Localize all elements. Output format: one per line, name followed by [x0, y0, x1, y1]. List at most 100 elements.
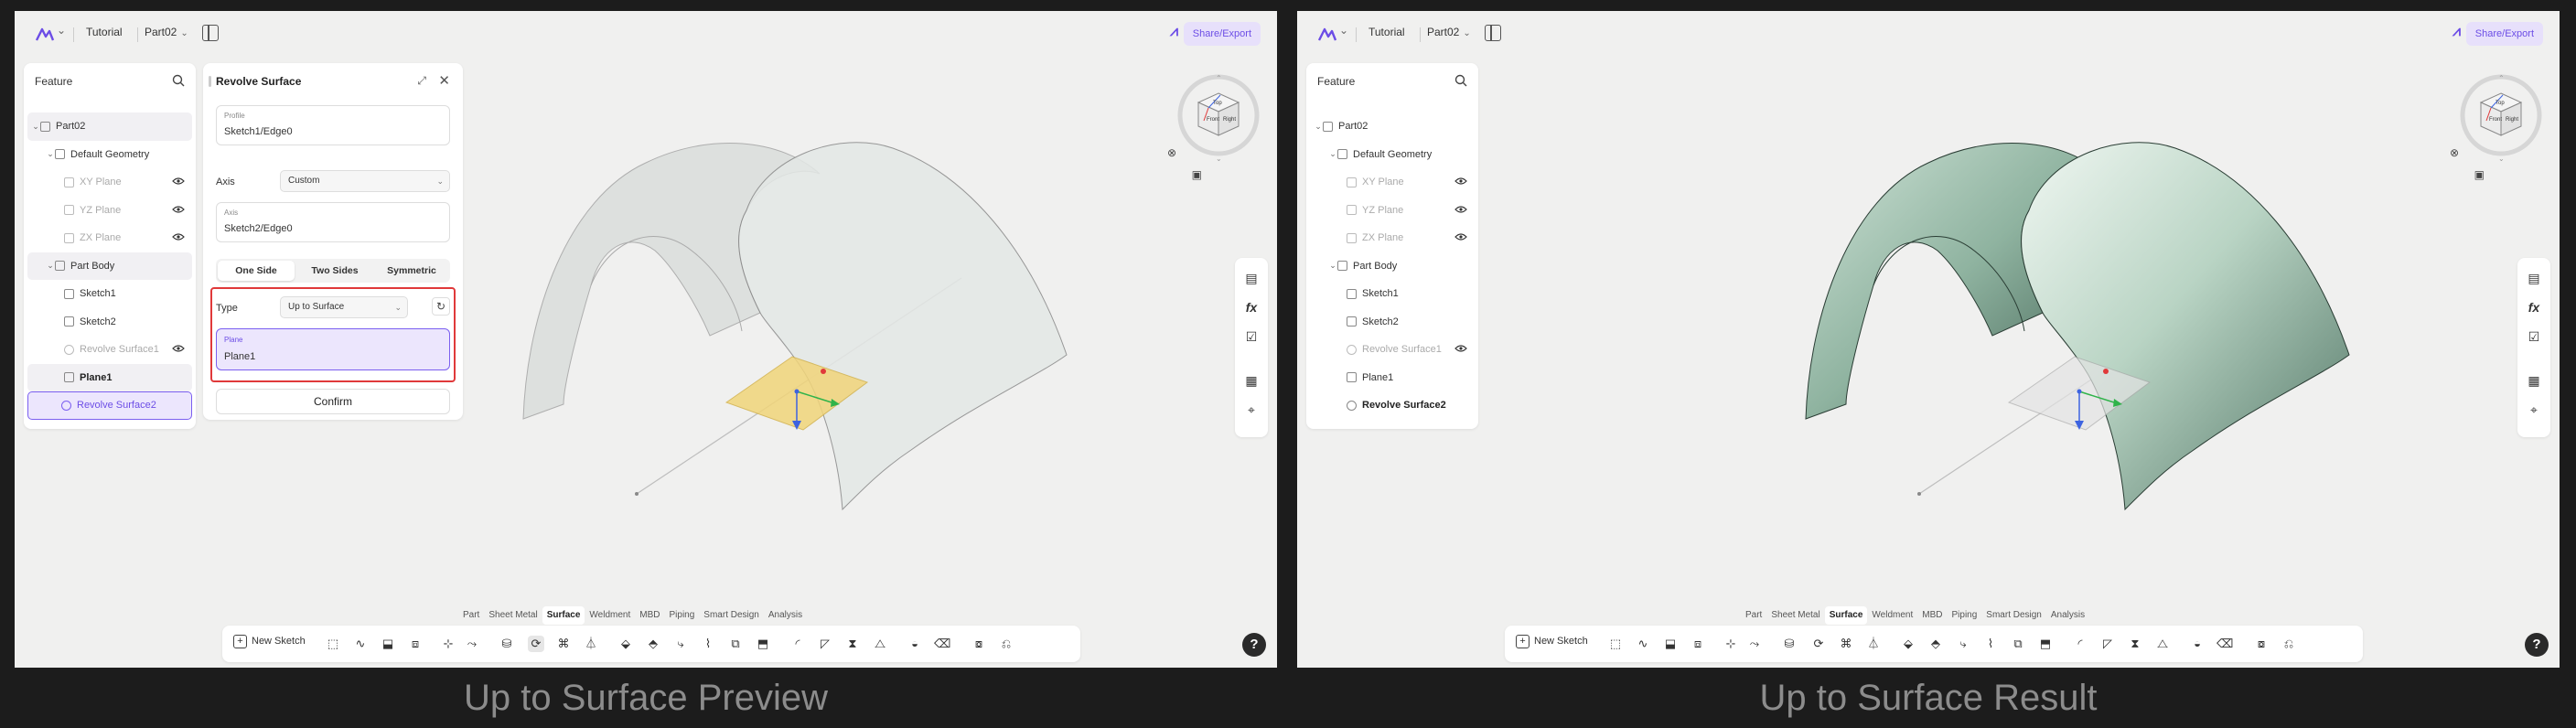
tab-part[interactable]: Part — [1741, 606, 1766, 625]
delete-face-icon[interactable]: ⌫ — [934, 636, 950, 652]
tab-sheet-metal[interactable]: Sheet Metal — [484, 606, 542, 625]
close-icon[interactable]: ✕ — [438, 72, 450, 89]
axis-field[interactable]: Axis Sketch2/Edge0 — [216, 202, 450, 242]
revolve-surface-icon[interactable]: ⟳ — [1810, 636, 1827, 652]
chevron-down-icon[interactable]: ⌄ — [46, 261, 55, 271]
trim-surface-icon[interactable]: ⌇ — [700, 636, 716, 652]
brand-logo-icon[interactable] — [1315, 22, 1339, 46]
type-select[interactable]: Up to Surface ⌄ — [280, 296, 408, 318]
chevron-down-icon[interactable]: ⌄ — [1328, 149, 1337, 159]
tab-piping[interactable]: Piping — [1947, 606, 1981, 625]
chevron-down-icon[interactable]: ⌄ — [57, 24, 66, 37]
plane-tool-icon[interactable]: ⬓ — [380, 636, 396, 652]
revolve-surface-icon[interactable]: ⟳ — [528, 636, 544, 652]
breadcrumb-tutorial[interactable]: Tutorial — [86, 26, 123, 38]
view-cube-top[interactable]: Top — [1213, 101, 1222, 106]
profile-field[interactable]: Profile Sketch1/Edge0 — [216, 105, 450, 145]
measure-icon[interactable]: ⌖ — [2525, 401, 2543, 419]
tree-item-revolve-surface1[interactable]: Revolve Surface1 — [27, 336, 192, 364]
eye-icon[interactable] — [172, 344, 185, 353]
breadcrumb-part[interactable]: Part02 ⌄ — [145, 26, 188, 38]
sweep-surface-icon[interactable]: ⌘ — [555, 636, 572, 652]
extend-surface-icon[interactable]: ⤷ — [672, 636, 689, 652]
pattern-icon[interactable]: ⧇ — [2253, 636, 2270, 652]
chevron-down-icon[interactable]: ⌄ — [31, 122, 40, 132]
knit-icon[interactable]: ⧗ — [844, 636, 861, 652]
tree-item-plane1[interactable]: Plane1 — [1310, 364, 1475, 392]
confirm-button[interactable]: Confirm — [216, 389, 450, 414]
checklist-icon[interactable]: ☑ — [2525, 327, 2543, 346]
tree-item-default-geometry[interactable]: ⌄ Default Geometry — [27, 141, 192, 169]
view-cube[interactable]: Front Right Top ⌃ ⌄ — [2450, 68, 2550, 168]
tree-item-plane1[interactable]: Plane1 — [27, 363, 192, 391]
tree-item-part-body[interactable]: ⌄ Part Body — [1310, 252, 1475, 281]
axis-select[interactable]: Custom ⌄ — [280, 170, 450, 192]
ai-assistant-icon[interactable]: ⩘ — [1170, 24, 1178, 40]
help-icon[interactable]: ? — [2525, 633, 2549, 657]
view-cube-top[interactable]: Top — [2496, 101, 2505, 106]
tree-item-sketch2[interactable]: Sketch2 — [27, 308, 192, 337]
mirror-icon[interactable]: ⧍ — [872, 636, 888, 652]
sidebar-toggle-icon[interactable] — [1485, 25, 1501, 41]
point-tool-icon[interactable]: ⊹ — [1723, 636, 1739, 652]
view-cube[interactable]: Front Right Top ⌃ ⌄ — [1167, 68, 1268, 168]
fillet-icon[interactable]: ◜ — [2072, 636, 2088, 652]
tab-symmetric[interactable]: Symmetric — [373, 259, 450, 283]
tree-item-part02[interactable]: ⌄ Part02 — [27, 112, 192, 141]
tab-mbd[interactable]: MBD — [635, 606, 664, 625]
tree-item-part-body[interactable]: ⌄ Part Body — [27, 252, 192, 280]
extrude-surface-icon[interactable]: ⛁ — [499, 636, 515, 652]
tree-item-revolve-surface2[interactable]: Revolve Surface2 — [1310, 391, 1475, 420]
extrude-surface-icon[interactable]: ⛁ — [1781, 636, 1798, 652]
search-icon[interactable] — [1454, 74, 1467, 87]
ai-assistant-icon[interactable]: ⩘ — [2453, 24, 2461, 40]
tab-smart-design[interactable]: Smart Design — [1981, 606, 2046, 625]
measure-icon[interactable]: ⌖ — [1242, 401, 1261, 419]
extend-surface-icon[interactable]: ⤷ — [1955, 636, 1971, 652]
chamfer-icon[interactable]: ◸ — [817, 636, 833, 652]
chevron-down-icon[interactable]: ⌄ — [46, 149, 55, 159]
transform-icon[interactable]: ⎌ — [998, 636, 1014, 652]
viewport-3d-result[interactable] — [1297, 11, 2560, 668]
knit-icon[interactable]: ⧗ — [2127, 636, 2143, 652]
view-mode-icon[interactable]: ▣ — [1192, 168, 1202, 181]
tree-item-zx-plane[interactable]: ZX Plane — [1310, 224, 1475, 252]
curve-tool-icon[interactable]: ∿ — [1635, 636, 1651, 652]
split-surface-icon[interactable]: ⧉ — [727, 636, 744, 652]
eye-icon[interactable] — [1454, 232, 1467, 241]
tree-item-zx-plane[interactable]: ZX Plane — [27, 224, 192, 252]
share-export-button[interactable]: Share/Export — [1183, 22, 1261, 46]
breadcrumb-tutorial[interactable]: Tutorial — [1368, 26, 1405, 38]
sketch-tool-icon[interactable]: ⬚ — [325, 636, 341, 652]
new-sketch-button[interactable]: + New Sketch — [233, 635, 306, 648]
loft-surface-icon[interactable]: ⏃ — [583, 636, 599, 652]
offset-surface-icon[interactable]: ⬘ — [1927, 636, 1944, 652]
shell-icon[interactable]: ◒ — [907, 636, 923, 652]
eye-icon[interactable] — [172, 232, 185, 241]
eye-icon[interactable] — [172, 205, 185, 214]
delete-face-icon[interactable]: ⌫ — [2216, 636, 2233, 652]
formula-icon[interactable]: fx — [1242, 298, 1261, 316]
flip-direction-button[interactable]: ↻ — [432, 297, 450, 316]
tab-smart-design[interactable]: Smart Design — [699, 606, 764, 625]
help-icon[interactable]: ? — [1242, 633, 1266, 657]
plane-tool-icon[interactable]: ⬓ — [1662, 636, 1679, 652]
brand-logo-icon[interactable] — [33, 22, 57, 46]
share-export-button[interactable]: Share/Export — [2465, 22, 2543, 46]
tree-item-sketch1[interactable]: Sketch1 — [27, 280, 192, 308]
point-tool-icon[interactable]: ⊹ — [440, 636, 456, 652]
pattern-icon[interactable]: ⧇ — [971, 636, 987, 652]
tab-two-sides[interactable]: Two Sides — [296, 259, 373, 283]
tab-weldment[interactable]: Weldment — [585, 606, 635, 625]
tree-item-xy-plane[interactable]: XY Plane — [27, 168, 192, 197]
fit-view-icon[interactable]: ⊗ — [2450, 146, 2459, 159]
tab-analysis[interactable]: Analysis — [2046, 606, 2089, 625]
tab-one-side[interactable]: One Side — [218, 261, 295, 281]
eye-icon[interactable] — [1454, 177, 1467, 186]
tree-item-xy-plane[interactable]: XY Plane — [1310, 168, 1475, 197]
view-cube-front[interactable]: Front — [1207, 117, 1219, 123]
breadcrumb-part[interactable]: Part02 ⌄ — [1427, 26, 1471, 38]
view-cube-right[interactable]: Right — [2506, 117, 2518, 123]
tab-piping[interactable]: Piping — [664, 606, 699, 625]
tree-item-part02[interactable]: ⌄ Part02 — [1310, 112, 1475, 141]
